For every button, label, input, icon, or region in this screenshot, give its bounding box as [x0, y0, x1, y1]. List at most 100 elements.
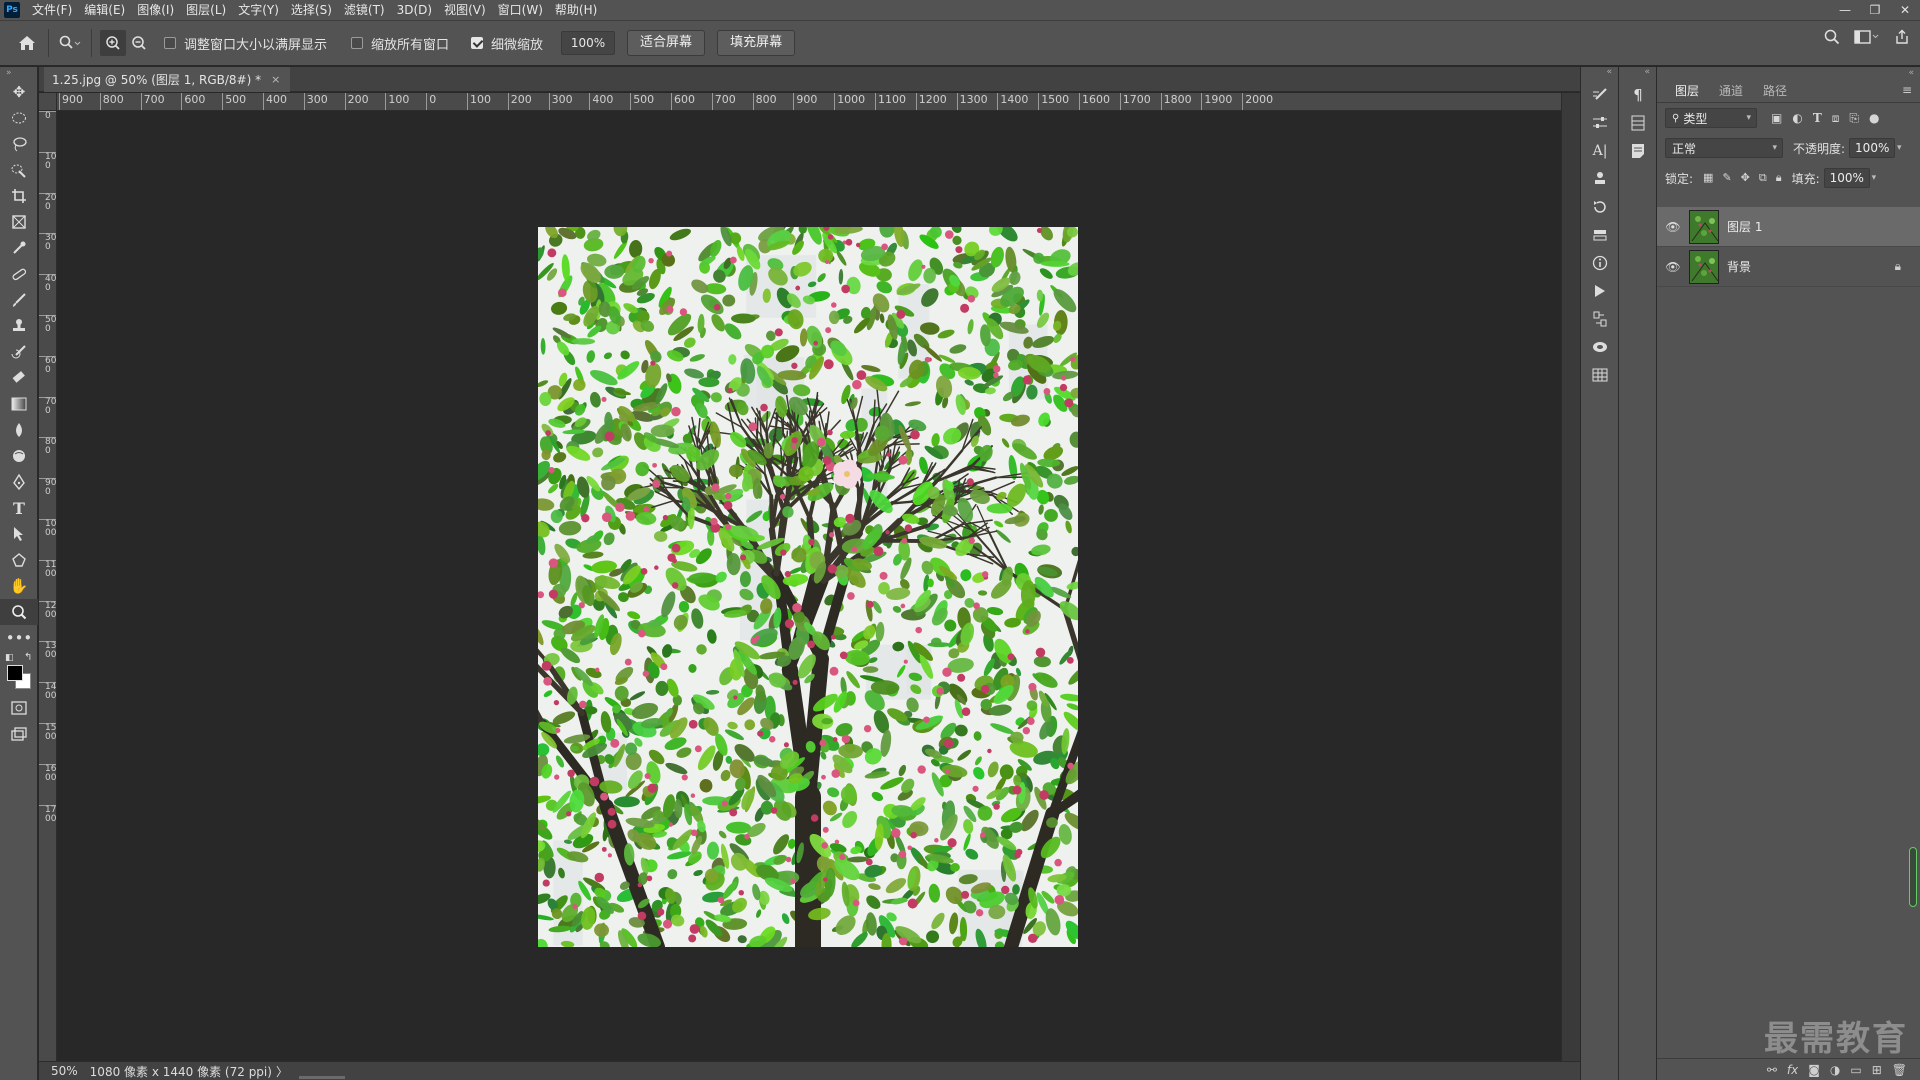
- visibility-eye-icon[interactable]: 👁︎: [1657, 220, 1689, 234]
- menu-3d[interactable]: 3D(D): [391, 0, 438, 20]
- fill-dropdown-icon[interactable]: ▾: [1872, 173, 1886, 183]
- menu-image[interactable]: 图像(I): [131, 0, 180, 20]
- checkbox-box[interactable]: [351, 37, 364, 49]
- collapse-arrows-icon[interactable]: «: [1657, 67, 1920, 79]
- fit-screen-button[interactable]: 适合屏幕: [627, 30, 706, 56]
- scrubby-zoom-checkbox[interactable]: 细微缩放: [471, 34, 543, 53]
- notes-icon[interactable]: [1619, 137, 1657, 165]
- search-icon[interactable]: [1824, 29, 1840, 49]
- menu-select[interactable]: 选择(S): [285, 0, 338, 20]
- zoom-all-windows-checkbox[interactable]: 缩放所有窗口: [351, 34, 449, 53]
- history-brush-tool-icon[interactable]: [0, 339, 38, 365]
- hand-tool-icon[interactable]: ✋: [0, 573, 38, 599]
- zoom-out-icon[interactable]: [126, 30, 152, 56]
- layer-style-fx-icon[interactable]: fx: [1787, 1063, 1798, 1077]
- quick-selection-tool-icon[interactable]: [0, 157, 38, 183]
- default-colors-icon[interactable]: ◧: [5, 653, 14, 663]
- paragraph-icon[interactable]: ¶: [1619, 81, 1657, 109]
- workspace-icon[interactable]: [1854, 29, 1880, 49]
- brush-settings-icon[interactable]: [1581, 81, 1619, 109]
- collapse-arrows-icon[interactable]: »: [0, 67, 37, 79]
- menu-view[interactable]: 视图(V): [438, 0, 492, 20]
- menu-layer[interactable]: 图层(L): [180, 0, 232, 20]
- tab-paths[interactable]: 路径: [1753, 82, 1797, 99]
- menu-file[interactable]: 文件(F): [26, 0, 78, 20]
- clone-stamp-tool-icon[interactable]: [0, 313, 38, 339]
- collapse-arrows-icon[interactable]: «: [1581, 67, 1618, 81]
- delete-layer-icon[interactable]: 🗑︎: [1892, 1063, 1907, 1077]
- gradient-tool-icon[interactable]: [0, 391, 38, 417]
- share-icon[interactable]: [1894, 29, 1910, 49]
- path-selection-tool-icon[interactable]: [0, 521, 38, 547]
- pen-tool-icon[interactable]: [0, 469, 38, 495]
- menu-edit[interactable]: 编辑(E): [78, 0, 131, 20]
- panel-menu-icon[interactable]: ≡: [1902, 83, 1912, 97]
- home-icon[interactable]: [14, 30, 40, 56]
- opacity-field[interactable]: 100%: [1849, 138, 1896, 158]
- restore-button[interactable]: ❐: [1860, 0, 1890, 20]
- properties-icon[interactable]: [1581, 305, 1619, 333]
- type-filter-icon[interactable]: T: [1813, 111, 1822, 126]
- fill-screen-button[interactable]: 填充屏幕: [717, 30, 796, 56]
- layer-row[interactable]: 👁︎ 图层 1: [1657, 207, 1920, 247]
- more-tools-icon[interactable]: •••: [0, 625, 38, 651]
- blur-tool-icon[interactable]: [0, 417, 38, 443]
- add-mask-icon[interactable]: ◙: [1808, 1063, 1820, 1077]
- shape-filter-icon[interactable]: ⧈: [1832, 111, 1840, 126]
- filter-toggle-icon[interactable]: ●: [1869, 111, 1879, 126]
- vertical-ruler[interactable]: 0 100 200 300 400 500 600 700 800 900 1000 1100 1200…: [39, 111, 57, 1061]
- adjustment-layer-icon[interactable]: ◑: [1830, 1063, 1840, 1077]
- swap-colors-icon[interactable]: ↰: [24, 652, 32, 663]
- eyedropper-tool-icon[interactable]: [0, 235, 38, 261]
- checkbox-box[interactable]: [164, 37, 176, 49]
- actions-play-icon[interactable]: [1581, 277, 1619, 305]
- link-layers-icon[interactable]: ⚯: [1767, 1063, 1777, 1077]
- swatches-grid-icon[interactable]: [1581, 361, 1619, 389]
- horizontal-scroll-thumb[interactable]: [299, 1076, 345, 1079]
- document-tab[interactable]: 1.25.jpg @ 50% (图层 1, RGB/8#) * ×: [44, 67, 291, 92]
- collapse-arrows-icon[interactable]: «: [1619, 67, 1656, 81]
- screen-mode-icon[interactable]: [0, 721, 38, 747]
- new-group-icon[interactable]: ▭: [1850, 1063, 1861, 1077]
- zoom-tool-preset-icon[interactable]: [57, 30, 83, 56]
- canvas-scrollbar[interactable]: [1561, 93, 1580, 1061]
- layer-row[interactable]: 👁︎ 背景 🔒︎: [1657, 247, 1920, 287]
- lock-artboard-icon[interactable]: ⧉: [1759, 171, 1767, 185]
- brush-tool-icon[interactable]: [0, 287, 38, 313]
- minimize-button[interactable]: —: [1830, 0, 1860, 20]
- menu-help[interactable]: 帮助(H): [549, 0, 603, 20]
- layer-lock-icon[interactable]: 🔒︎: [1895, 259, 1901, 274]
- tab-channels[interactable]: 通道: [1709, 82, 1753, 99]
- menu-window[interactable]: 窗口(W): [492, 0, 549, 20]
- dodge-tool-icon[interactable]: [0, 443, 38, 469]
- status-info-arrow[interactable]: 〉: [272, 1063, 288, 1080]
- adjustments-icon[interactable]: [1581, 109, 1619, 137]
- document-image[interactable]: [538, 227, 1078, 947]
- crop-tool-icon[interactable]: [0, 183, 38, 209]
- move-tool-icon[interactable]: ✥: [0, 79, 38, 105]
- canvas-area[interactable]: [57, 111, 1561, 1061]
- quick-mask-icon[interactable]: [0, 695, 38, 721]
- healing-brush-tool-icon[interactable]: [0, 261, 38, 287]
- fill-field[interactable]: 100%: [1823, 168, 1870, 188]
- frame-tool-icon[interactable]: [0, 209, 38, 235]
- clone-source-icon[interactable]: [1581, 165, 1619, 193]
- close-tab-icon[interactable]: ×: [271, 73, 280, 86]
- lock-position-icon[interactable]: ✥: [1741, 171, 1750, 185]
- shape-tool-icon[interactable]: [0, 547, 38, 573]
- zoom-100-button[interactable]: 100%: [561, 31, 616, 55]
- new-layer-icon[interactable]: ⊞: [1872, 1063, 1882, 1077]
- ruler-origin[interactable]: [39, 93, 57, 111]
- lock-image-icon[interactable]: ✎: [1722, 171, 1731, 185]
- lock-transparent-icon[interactable]: ▦: [1703, 171, 1713, 185]
- menu-filter[interactable]: 滤镜(T): [338, 0, 391, 20]
- filter-kind-select[interactable]: ⚲ 类型 ▾: [1665, 108, 1757, 128]
- info-icon[interactable]: [1581, 249, 1619, 277]
- menu-type[interactable]: 文字(Y): [232, 0, 285, 20]
- zoom-tool-icon[interactable]: [0, 599, 38, 625]
- 3d-icon[interactable]: [1581, 333, 1619, 361]
- tab-layers[interactable]: 图层: [1665, 82, 1709, 99]
- libraries-icon[interactable]: [1581, 221, 1619, 249]
- pixel-filter-icon[interactable]: ▣: [1771, 111, 1782, 126]
- blend-mode-select[interactable]: 正常 ▾: [1665, 138, 1783, 158]
